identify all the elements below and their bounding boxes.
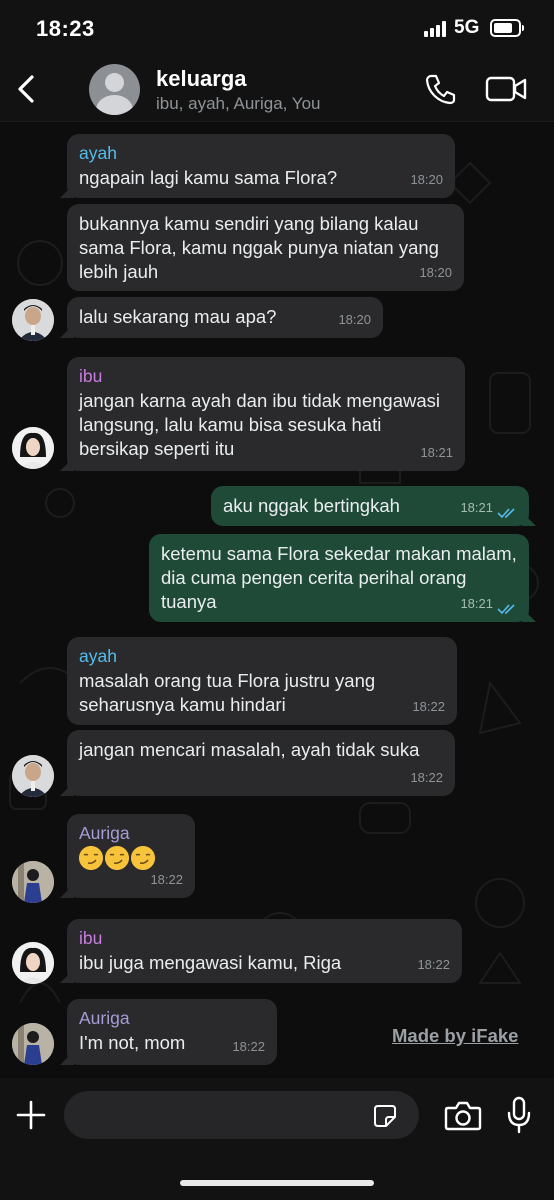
sender-name: ibu	[79, 928, 103, 948]
group-avatar[interactable]	[89, 64, 140, 115]
emoji-row	[79, 846, 183, 870]
message-time: 18:20	[338, 312, 371, 327]
smirking-face-icon	[131, 846, 155, 870]
double-check-icon	[497, 604, 515, 615]
message-bubble[interactable]: ibu ibu juga mengawasi kamu, Riga 18:22	[67, 919, 462, 983]
message-bubble-outgoing[interactable]: ketemu sama Flora sekedar makan malam, d…	[149, 534, 529, 622]
message-time: 18:22	[412, 699, 445, 714]
video-icon[interactable]	[485, 74, 527, 104]
mic-icon[interactable]	[505, 1096, 533, 1134]
plus-icon[interactable]	[14, 1098, 48, 1132]
smirking-face-icon	[105, 846, 129, 870]
home-indicator	[180, 1180, 374, 1186]
message-time: 18:21	[420, 445, 453, 460]
chat-header: keluarga ibu, ayah, Auriga, You	[0, 60, 554, 122]
message-time: 18:22	[417, 957, 450, 972]
message-bubble[interactable]: Auriga 18:22	[67, 814, 195, 898]
call-icon[interactable]	[424, 72, 458, 106]
message-text: ngapain lagi kamu sama Flora?	[79, 167, 338, 188]
battery-icon	[490, 19, 524, 37]
message-time: 18:20	[419, 265, 452, 280]
message-bubble[interactable]: jangan mencari masalah, ayah tidak suka …	[67, 730, 455, 796]
avatar-ayah[interactable]	[12, 755, 54, 797]
sticker-icon[interactable]	[373, 1104, 397, 1128]
message-time: 18:22	[410, 770, 443, 785]
message-bubble[interactable]: ayah ngapain lagi kamu sama Flora? 18:20	[67, 134, 455, 198]
signal-icon	[424, 21, 448, 37]
sender-name: ayah	[79, 143, 117, 163]
sender-name: ibu	[79, 366, 103, 386]
network-label: 5G	[454, 17, 480, 38]
message-text: ibu juga mengawasi kamu, Riga	[79, 952, 342, 973]
message-input[interactable]	[64, 1091, 419, 1139]
smirking-face-icon	[79, 846, 103, 870]
avatar-ayah[interactable]	[12, 299, 54, 341]
status-bar: 18:23 5G	[0, 0, 554, 60]
camera-icon[interactable]	[444, 1100, 482, 1132]
message-bubble[interactable]: bukannya kamu sendiri yang bilang kalau …	[67, 204, 464, 291]
message-text: aku nggak bertingkah	[223, 495, 400, 516]
message-time: 18:20	[410, 172, 443, 187]
message-text: lalu sekarang mau apa?	[79, 306, 277, 327]
message-time: 18:22	[150, 872, 183, 887]
avatar-auriga[interactable]	[12, 861, 54, 903]
sender-name: ayah	[79, 646, 117, 666]
message-bubble[interactable]: ayah masalah orang tua Flora justru yang…	[67, 637, 457, 725]
message-time: 18:21	[460, 500, 493, 515]
sender-name: Auriga	[79, 1008, 130, 1028]
message-bubble[interactable]: ibu jangan karna ayah dan ibu tidak meng…	[67, 357, 465, 471]
chat-title[interactable]: keluarga	[156, 66, 247, 92]
message-text: masalah orang tua Flora justru yang seha…	[79, 670, 376, 715]
chat-area[interactable]: ayah ngapain lagi kamu sama Flora? 18:20…	[0, 123, 554, 1078]
message-text: jangan karna ayah dan ibu tidak mengawas…	[79, 390, 440, 459]
chat-members[interactable]: ibu, ayah, Auriga, You	[156, 94, 320, 114]
double-check-icon	[497, 508, 515, 519]
message-bubble-outgoing[interactable]: aku nggak bertingkah 18:21	[211, 486, 529, 526]
watermark: Made by iFake	[392, 1025, 519, 1046]
message-time: 18:22	[232, 1039, 265, 1054]
message-text: bukannya kamu sendiri yang bilang kalau …	[79, 213, 439, 282]
message-time: 18:21	[460, 596, 493, 611]
back-icon[interactable]	[10, 72, 44, 106]
status-time: 18:23	[36, 16, 95, 41]
message-text: jangan mencari masalah, ayah tidak suka	[79, 739, 420, 760]
avatar-auriga[interactable]	[12, 1023, 54, 1065]
sender-name: Auriga	[79, 823, 130, 843]
message-bubble[interactable]: lalu sekarang mau apa? 18:20	[67, 297, 383, 338]
avatar-ibu[interactable]	[12, 942, 54, 984]
avatar-ibu[interactable]	[12, 427, 54, 469]
message-bubble[interactable]: Auriga I'm not, mom 18:22	[67, 999, 277, 1065]
message-text: I'm not, mom	[79, 1032, 186, 1053]
